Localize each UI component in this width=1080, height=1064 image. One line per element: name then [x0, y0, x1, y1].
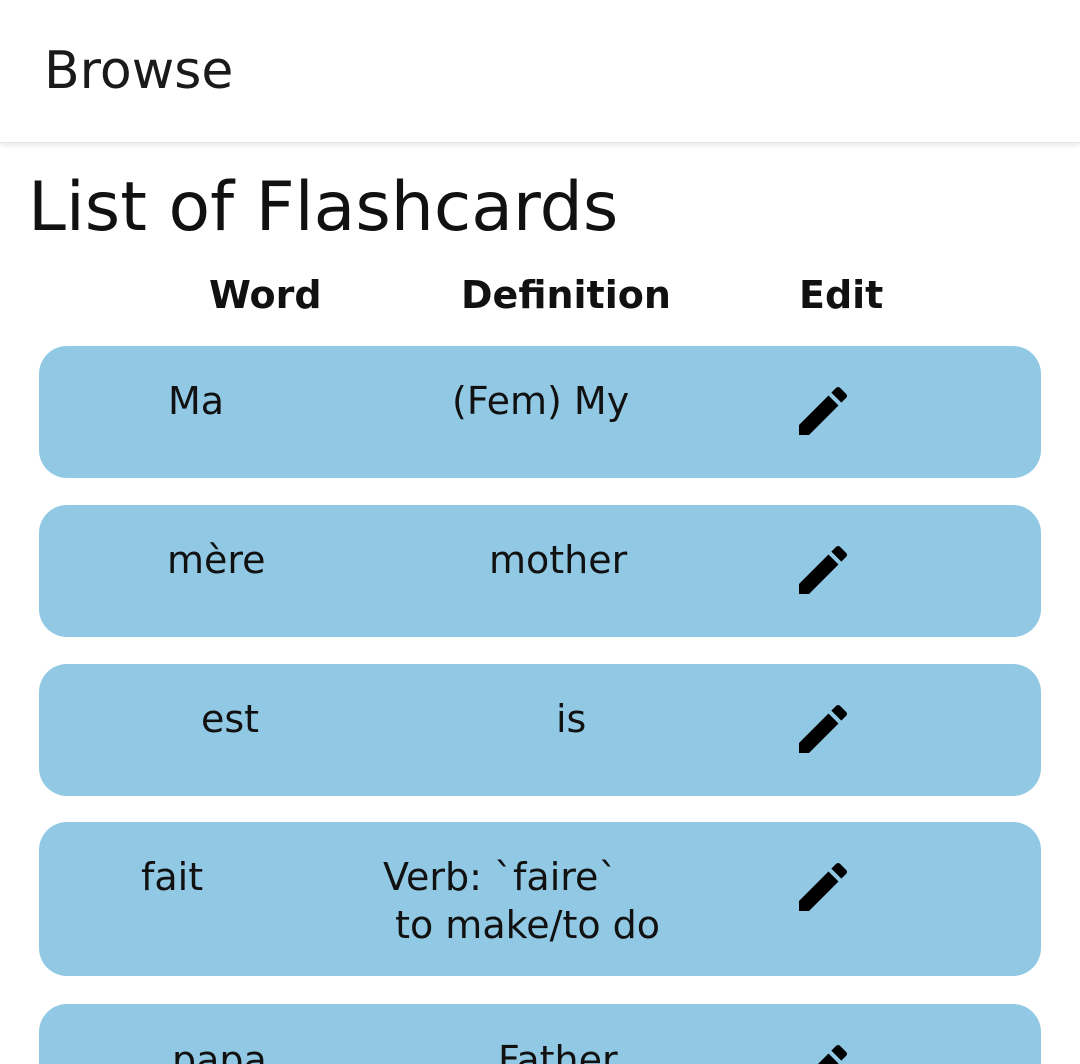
edit-button[interactable]: [791, 538, 855, 602]
flashcard-word: est: [201, 697, 260, 741]
flashcard-definition: is: [556, 697, 587, 741]
flashcard-row: Ma (Fem) My: [39, 346, 1041, 478]
edit-button[interactable]: [791, 855, 855, 919]
flashcard-row: papa Father: [39, 1004, 1041, 1064]
edit-button[interactable]: [791, 697, 855, 761]
app-bar-title: Browse: [44, 41, 234, 101]
pencil-icon: [799, 386, 848, 435]
pencil-icon: [799, 862, 848, 911]
flashcard-word: Ma: [168, 379, 225, 423]
column-header-word: Word: [209, 273, 322, 317]
edit-button[interactable]: [791, 1037, 855, 1064]
pencil-icon: [818, 1044, 848, 1064]
flashcard-definition: Verb: `faire` to make/to do: [383, 855, 661, 947]
flashcard-word: mère: [167, 538, 266, 582]
flashcard-word: fait: [141, 855, 204, 899]
flashcard-definition: mother: [489, 538, 628, 582]
edit-button[interactable]: [791, 379, 855, 443]
flashcard-row: est is: [39, 664, 1041, 796]
flashcard-row: mère mother: [39, 505, 1041, 637]
flashcard-definition: Father: [498, 1038, 618, 1064]
app-bar: Browse: [0, 0, 1080, 143]
column-header-definition: Definition: [461, 273, 671, 317]
column-header-edit: Edit: [799, 273, 884, 317]
pencil-icon: [799, 545, 848, 594]
pencil-icon: [799, 704, 848, 753]
flashcard-word: papa: [172, 1038, 267, 1064]
flashcard-row: fait Verb: `faire` to make/to do: [39, 822, 1041, 976]
page-title: List of Flashcards: [28, 168, 619, 247]
flashcard-definition: (Fem) My: [452, 379, 630, 423]
